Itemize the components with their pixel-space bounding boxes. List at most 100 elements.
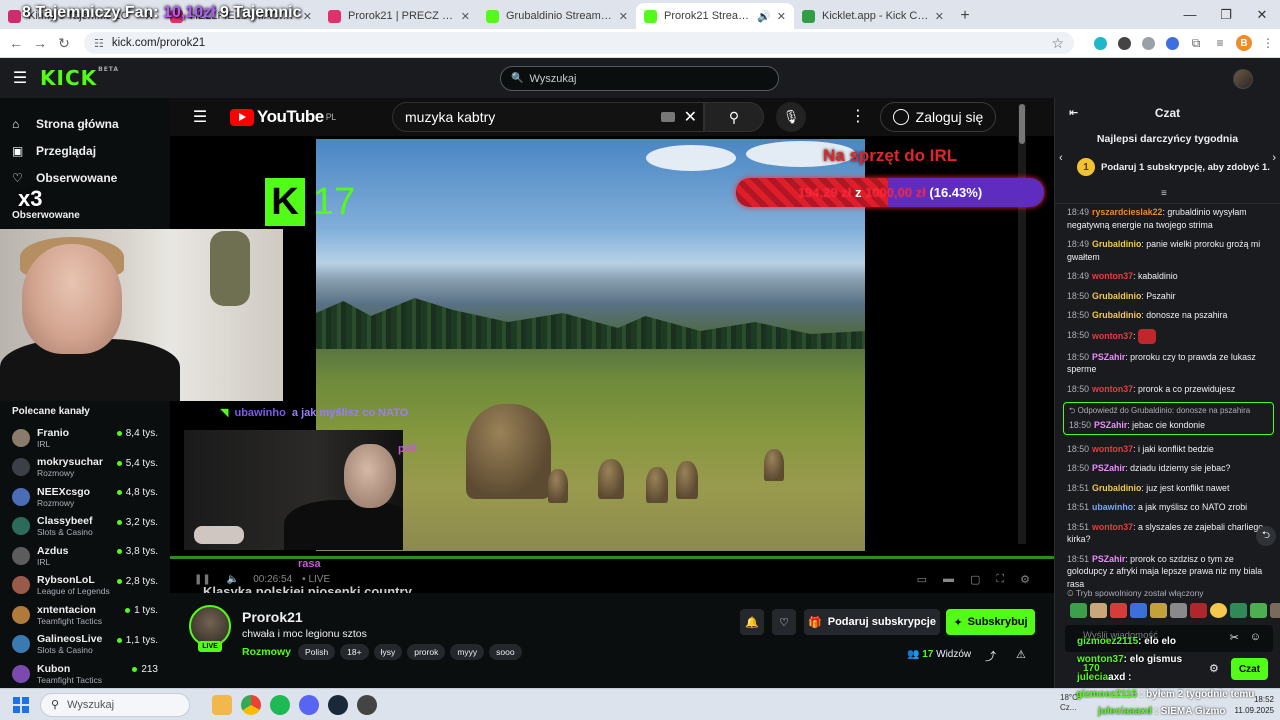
reading-list-icon[interactable]: ≡	[1208, 33, 1232, 53]
steam-icon[interactable]	[328, 694, 348, 715]
notification-bell-button[interactable]: 🔔	[740, 609, 764, 635]
kick-logo[interactable]: KICKBETA	[40, 66, 119, 90]
chat-username[interactable]: Grubaldinio	[1092, 310, 1141, 320]
sidebar-item-home[interactable]: ⌂ Strona główna	[0, 110, 170, 137]
scroll-to-bottom-button[interactable]: ⮌	[1256, 526, 1276, 546]
recommended-channel[interactable]: mokrysuchar Rozmowy 5,4 tys.	[0, 453, 170, 483]
chat-username[interactable]: Grubaldinio	[1092, 483, 1141, 493]
forward-icon[interactable]: →	[28, 35, 52, 51]
video-player[interactable]: ☰ YouTube PL muzyka kabtry ✕ ⚲ 🎙 ⋮ Zalogu…	[170, 98, 1054, 593]
stream-tag[interactable]: łysy	[373, 644, 403, 660]
emote-icon[interactable]	[1230, 603, 1247, 618]
emote-icon[interactable]	[1270, 603, 1280, 618]
stream-tag[interactable]: myyy	[450, 644, 485, 660]
shield-icon[interactable]	[1136, 33, 1160, 53]
browser-tab[interactable]: Grubaldinio Stream - Watch Live ✕	[478, 3, 636, 29]
emote-icon[interactable]	[1150, 603, 1167, 618]
back-icon[interactable]: ←	[4, 35, 28, 51]
tab-close-icon[interactable]: ✕	[303, 10, 312, 23]
drag-handle-icon[interactable]: ≡	[1161, 188, 1167, 199]
stream-tag[interactable]: sooo	[489, 644, 522, 660]
file-explorer-icon[interactable]	[212, 694, 232, 715]
chevron-right-icon[interactable]: ›	[1272, 152, 1276, 164]
browser-menu-icon[interactable]: ⋮	[1256, 33, 1280, 53]
chat-username[interactable]: wonton37	[1092, 271, 1133, 281]
chat-username[interactable]: ubawinho	[1092, 502, 1133, 512]
chat-username[interactable]: wonton37	[1092, 330, 1133, 340]
recommended-channel[interactable]: Classybeef Slots & Casino 3,2 tys.	[0, 512, 170, 542]
url-input[interactable]: ☷ kick.com/prorok21 ☆	[84, 32, 1074, 54]
extension-icon[interactable]	[1088, 33, 1112, 53]
unfollow-button[interactable]: ♡	[772, 609, 796, 635]
windows-start-icon[interactable]	[13, 696, 29, 713]
report-icon[interactable]: ⚠	[1016, 648, 1026, 661]
taskbar-weather[interactable]: 18°C Cz...	[1060, 693, 1078, 713]
bookmark-star-icon[interactable]: ☆	[1051, 35, 1064, 52]
hamburger-menu-icon[interactable]: ☰	[0, 68, 40, 88]
reload-icon[interactable]: ↻	[52, 35, 76, 52]
chat-username[interactable]: ryszardcieslak22	[1092, 207, 1162, 217]
subscribe-button[interactable]: ✦ Subskrybuj	[946, 609, 1035, 635]
app-icon[interactable]	[357, 694, 377, 715]
emote-icon[interactable]	[1130, 603, 1147, 618]
stream-tag[interactable]: prorok	[407, 644, 446, 660]
recommended-channel[interactable]: RybsonLoL League of Legends 2,8 tys.	[0, 571, 170, 601]
emote-icon[interactable]	[1070, 603, 1087, 618]
sidebar-item-browse[interactable]: ▣ Przeglądaj	[0, 137, 170, 164]
browser-tab-active[interactable]: Prorok21 Stream - Watch Live 🔊 ✕	[636, 3, 794, 29]
emoji-icon[interactable]: ☺	[1250, 631, 1261, 643]
taskbar-clock[interactable]: 18:52 11.09.2025	[1235, 694, 1274, 716]
emote-icon[interactable]	[1170, 603, 1187, 618]
extension-icon[interactable]	[1160, 33, 1184, 53]
profile-avatar[interactable]: B	[1232, 33, 1256, 53]
browser-tab[interactable]: Prorok21 | PRECZ Z ABSTYNENCJ ✕	[320, 3, 478, 29]
recommended-channel[interactable]: Franio IRL 8,4 tys.	[0, 423, 170, 453]
new-tab-button[interactable]: +	[952, 3, 978, 29]
chat-username[interactable]: Grubaldinio	[1092, 291, 1141, 301]
taskbar-search-input[interactable]: ⚲ Wyszukaj	[40, 692, 190, 717]
collapse-chat-icon[interactable]: ⇤	[1069, 106, 1078, 119]
streamer-name[interactable]: Prorok21	[242, 609, 303, 625]
chat-username[interactable]: Grubaldinio	[1092, 239, 1141, 249]
stream-category[interactable]: Rozmowy	[242, 646, 291, 658]
tab-close-icon[interactable]: ✕	[935, 10, 944, 23]
emote-icon[interactable]	[1190, 603, 1207, 618]
send-chat-button[interactable]: Czat	[1231, 658, 1268, 680]
tab-close-icon[interactable]: ✕	[777, 10, 786, 23]
maximize-icon[interactable]: ❐	[1208, 7, 1244, 23]
site-settings-icon[interactable]: ☷	[94, 37, 104, 50]
recommended-channel[interactable]: Azdus IRL 3,8 tys.	[0, 541, 170, 571]
extensions-puzzle-icon[interactable]: ⧉	[1184, 33, 1208, 53]
chat-username[interactable]: wonton37	[1092, 384, 1133, 394]
spotify-icon[interactable]	[270, 694, 290, 715]
search-input[interactable]: 🔍 Wyszukaj	[500, 66, 779, 91]
recommended-channel[interactable]: xntentacion Teamfight Tactics 1 tys.	[0, 600, 170, 630]
recommended-channel[interactable]: GalineosLive Slots & Casino 1,1 tys.	[0, 630, 170, 660]
recommended-channel[interactable]: NEEXcsgo Rozmowy 4,8 tys.	[0, 482, 170, 512]
tab-close-icon[interactable]: ✕	[619, 10, 628, 23]
emote-icon[interactable]	[1250, 603, 1267, 618]
emote-icon[interactable]	[1090, 603, 1107, 618]
emote-icon[interactable]	[1110, 603, 1127, 618]
tab-audio-icon[interactable]: 🔊	[757, 10, 771, 23]
chat-settings-icon[interactable]: ⚙	[1209, 662, 1219, 675]
chevron-left-icon[interactable]: ‹	[1059, 152, 1063, 164]
tab-close-icon[interactable]: ✕	[461, 10, 470, 23]
recommended-channel[interactable]: Kubon Teamfight Tactics 213	[0, 659, 170, 689]
stream-tag[interactable]: Polish	[298, 644, 336, 660]
emote-picker-icon[interactable]: ✂	[1230, 631, 1239, 644]
chat-username[interactable]: PSZahir	[1092, 463, 1125, 473]
chat-username[interactable]: PSZahir	[1094, 420, 1127, 430]
emote-icon[interactable]	[1210, 603, 1227, 618]
chrome-icon[interactable]	[241, 694, 261, 715]
discord-icon[interactable]	[299, 694, 319, 715]
chat-username[interactable]: PSZahir	[1092, 352, 1125, 362]
user-avatar[interactable]	[1233, 69, 1253, 89]
chat-username[interactable]: PSZahir	[1092, 554, 1125, 564]
minimize-icon[interactable]: —	[1172, 7, 1208, 22]
share-icon[interactable]: ⤴	[985, 648, 996, 664]
chat-username[interactable]: wonton37	[1092, 444, 1133, 454]
gift-subscription-button[interactable]: 🎁 Podaruj subskrypcje	[804, 609, 940, 635]
stream-tag[interactable]: 18+	[340, 644, 369, 660]
extension-icon[interactable]	[1112, 33, 1136, 53]
